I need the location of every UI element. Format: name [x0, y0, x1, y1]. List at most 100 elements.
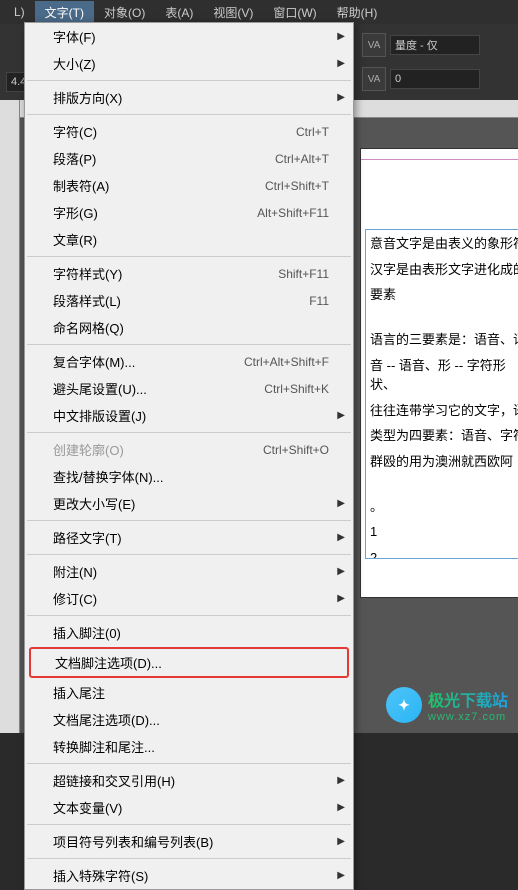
watermark-title: 极光下载站	[428, 687, 508, 711]
menu-item[interactable]: 插入特殊字符(S)▶	[25, 862, 353, 889]
metric-select[interactable]	[390, 35, 480, 55]
menu-item-label: 命名网格(Q)	[53, 318, 329, 337]
menu-item-label: 转换脚注和尾注...	[53, 737, 329, 756]
menu-item-label: 插入脚注(0)	[53, 623, 329, 642]
menu-item-label: 文章(R)	[53, 230, 329, 249]
menu-shortcut: Ctrl+Shift+O	[263, 443, 329, 457]
highlighted-menu-item: 文档脚注选项(D)...	[29, 647, 349, 678]
menu-item[interactable]: 文档脚注选项(D)...	[31, 649, 347, 676]
text-line: 2	[370, 548, 518, 560]
text-line: 意音文字是由表义的象形符	[370, 234, 518, 254]
menu-item-label: 文档脚注选项(D)...	[55, 653, 323, 672]
menu-separator	[27, 615, 351, 616]
submenu-arrow-icon: ▶	[337, 870, 345, 881]
submenu-arrow-icon: ▶	[337, 92, 345, 103]
menu-item-label: 查找/替换字体(N)...	[53, 467, 329, 486]
menu-item-label: 文档尾注选项(D)...	[53, 710, 329, 729]
submenu-arrow-icon: ▶	[337, 498, 345, 509]
menu-item-label: 路径文字(T)	[53, 528, 329, 547]
menu-item-label: 字符样式(Y)	[53, 264, 278, 283]
menu-item-label: 大小(Z)	[53, 54, 329, 73]
menu-item[interactable]: 避头尾设置(U)...Ctrl+Shift+K	[25, 375, 353, 402]
menu-item-label: 超链接和交叉引用(H)	[53, 771, 329, 790]
menu-item[interactable]: 插入尾注	[25, 679, 353, 706]
submenu-arrow-icon: ▶	[337, 532, 345, 543]
tracking-input[interactable]	[390, 69, 480, 89]
menu-table[interactable]: 表(A)	[155, 1, 203, 24]
menu-item[interactable]: 段落样式(L)F11	[25, 287, 353, 314]
text-line: 汉字是由表形文字进化成的	[370, 260, 518, 280]
menu-layout[interactable]: L)	[4, 2, 35, 22]
menu-separator	[27, 824, 351, 825]
text-line: 往往连带学习它的文字，语	[370, 401, 518, 421]
menu-item[interactable]: 制表符(A)Ctrl+Shift+T	[25, 172, 353, 199]
margin-guide	[361, 159, 518, 160]
menu-item[interactable]: 字符样式(Y)Shift+F11	[25, 260, 353, 287]
kerning-icon[interactable]: VA	[362, 33, 386, 57]
text-menu-dropdown: 字体(F)▶大小(Z)▶排版方向(X)▶字符(C)Ctrl+T段落(P)Ctrl…	[24, 22, 354, 890]
menu-item-label: 字符(C)	[53, 122, 296, 141]
menu-item[interactable]: 转换脚注和尾注...	[25, 733, 353, 760]
menu-view[interactable]: 视图(V)	[203, 1, 263, 24]
vertical-ruler	[0, 100, 20, 733]
menu-item[interactable]: 段落(P)Ctrl+Alt+T	[25, 145, 353, 172]
text-line: 。	[370, 497, 518, 517]
menu-item[interactable]: 字形(G)Alt+Shift+F11	[25, 199, 353, 226]
menu-item[interactable]: 查找/替换字体(N)...	[25, 463, 353, 490]
submenu-arrow-icon: ▶	[337, 31, 345, 42]
menu-item[interactable]: 项目符号列表和编号列表(B) ▶	[25, 828, 353, 855]
tracking-icon[interactable]: VA	[362, 67, 386, 91]
menu-item[interactable]: 更改大小写(E)▶	[25, 490, 353, 517]
menu-item-label: 制表符(A)	[53, 176, 265, 195]
menu-help[interactable]: 帮助(H)	[327, 1, 388, 24]
menu-separator	[27, 256, 351, 257]
menu-item-label: 文本变量(V)	[53, 798, 329, 817]
submenu-arrow-icon: ▶	[337, 775, 345, 786]
menu-shortcut: Shift+F11	[278, 267, 329, 281]
menu-item-label: 段落(P)	[53, 149, 275, 168]
menu-item[interactable]: 超链接和交叉引用(H) ▶	[25, 767, 353, 794]
watermark-logo-icon: ✦	[386, 687, 422, 723]
menu-item[interactable]: 大小(Z)▶	[25, 50, 353, 77]
menu-item-label: 字形(G)	[53, 203, 257, 222]
menu-separator	[27, 114, 351, 115]
menu-item[interactable]: 修订(C)▶	[25, 585, 353, 612]
menu-item[interactable]: 中文排版设置(J)▶	[25, 402, 353, 429]
right-tool-group: VA VA	[358, 24, 518, 100]
menubar: L) 文字(T) 对象(O) 表(A) 视图(V) 窗口(W) 帮助(H)	[0, 0, 518, 24]
text-line: 1	[370, 522, 518, 542]
menu-item-label: 附注(N)	[53, 562, 329, 581]
menu-item[interactable]: 文本变量(V)▶	[25, 794, 353, 821]
menu-shortcut: Ctrl+Shift+K	[264, 382, 329, 396]
menu-item[interactable]: 插入脚注(0)	[25, 619, 353, 646]
menu-item-label: 避头尾设置(U)...	[53, 379, 264, 398]
menu-item-label: 中文排版设置(J)	[53, 406, 329, 425]
menu-item-label: 排版方向(X)	[53, 88, 329, 107]
menu-object[interactable]: 对象(O)	[94, 1, 155, 24]
menu-text[interactable]: 文字(T)	[35, 1, 94, 24]
menu-item[interactable]: 文章(R)	[25, 226, 353, 253]
menu-item[interactable]: 字符(C)Ctrl+T	[25, 118, 353, 145]
menu-item[interactable]: 命名网格(Q)	[25, 314, 353, 341]
menu-item-label: 项目符号列表和编号列表(B)	[53, 832, 329, 851]
menu-item[interactable]: 附注(N)▶	[25, 558, 353, 585]
watermark: ✦ 极光下载站 www.xz7.com	[386, 687, 508, 723]
menu-separator	[27, 432, 351, 433]
menu-item[interactable]: 复合字体(M)...Ctrl+Alt+Shift+F	[25, 348, 353, 375]
menu-separator	[27, 554, 351, 555]
menu-separator	[27, 344, 351, 345]
menu-window[interactable]: 窗口(W)	[263, 1, 326, 24]
text-frame[interactable]: 意音文字是由表义的象形符 汉字是由表形文字进化成的 要素 语言的三要素是：语音、…	[365, 229, 518, 559]
document-page[interactable]: 意音文字是由表义的象形符 汉字是由表形文字进化成的 要素 语言的三要素是：语音、…	[360, 148, 518, 598]
text-line: 音 -- 语音、形 -- 字符形状、	[370, 356, 518, 395]
text-line: 语言的三要素是：语音、词	[370, 330, 518, 350]
menu-item-label: 段落样式(L)	[53, 291, 309, 310]
menu-shortcut: Alt+Shift+F11	[257, 206, 329, 220]
menu-item[interactable]: 字体(F) ▶	[25, 23, 353, 50]
menu-item[interactable]: 文档尾注选项(D)...	[25, 706, 353, 733]
menu-item[interactable]: 路径文字(T) ▶	[25, 524, 353, 551]
menu-item: 创建轮廓(O)Ctrl+Shift+O	[25, 436, 353, 463]
menu-item-label: 字体(F)	[53, 27, 329, 46]
submenu-arrow-icon: ▶	[337, 836, 345, 847]
menu-item[interactable]: 排版方向(X) ▶	[25, 84, 353, 111]
